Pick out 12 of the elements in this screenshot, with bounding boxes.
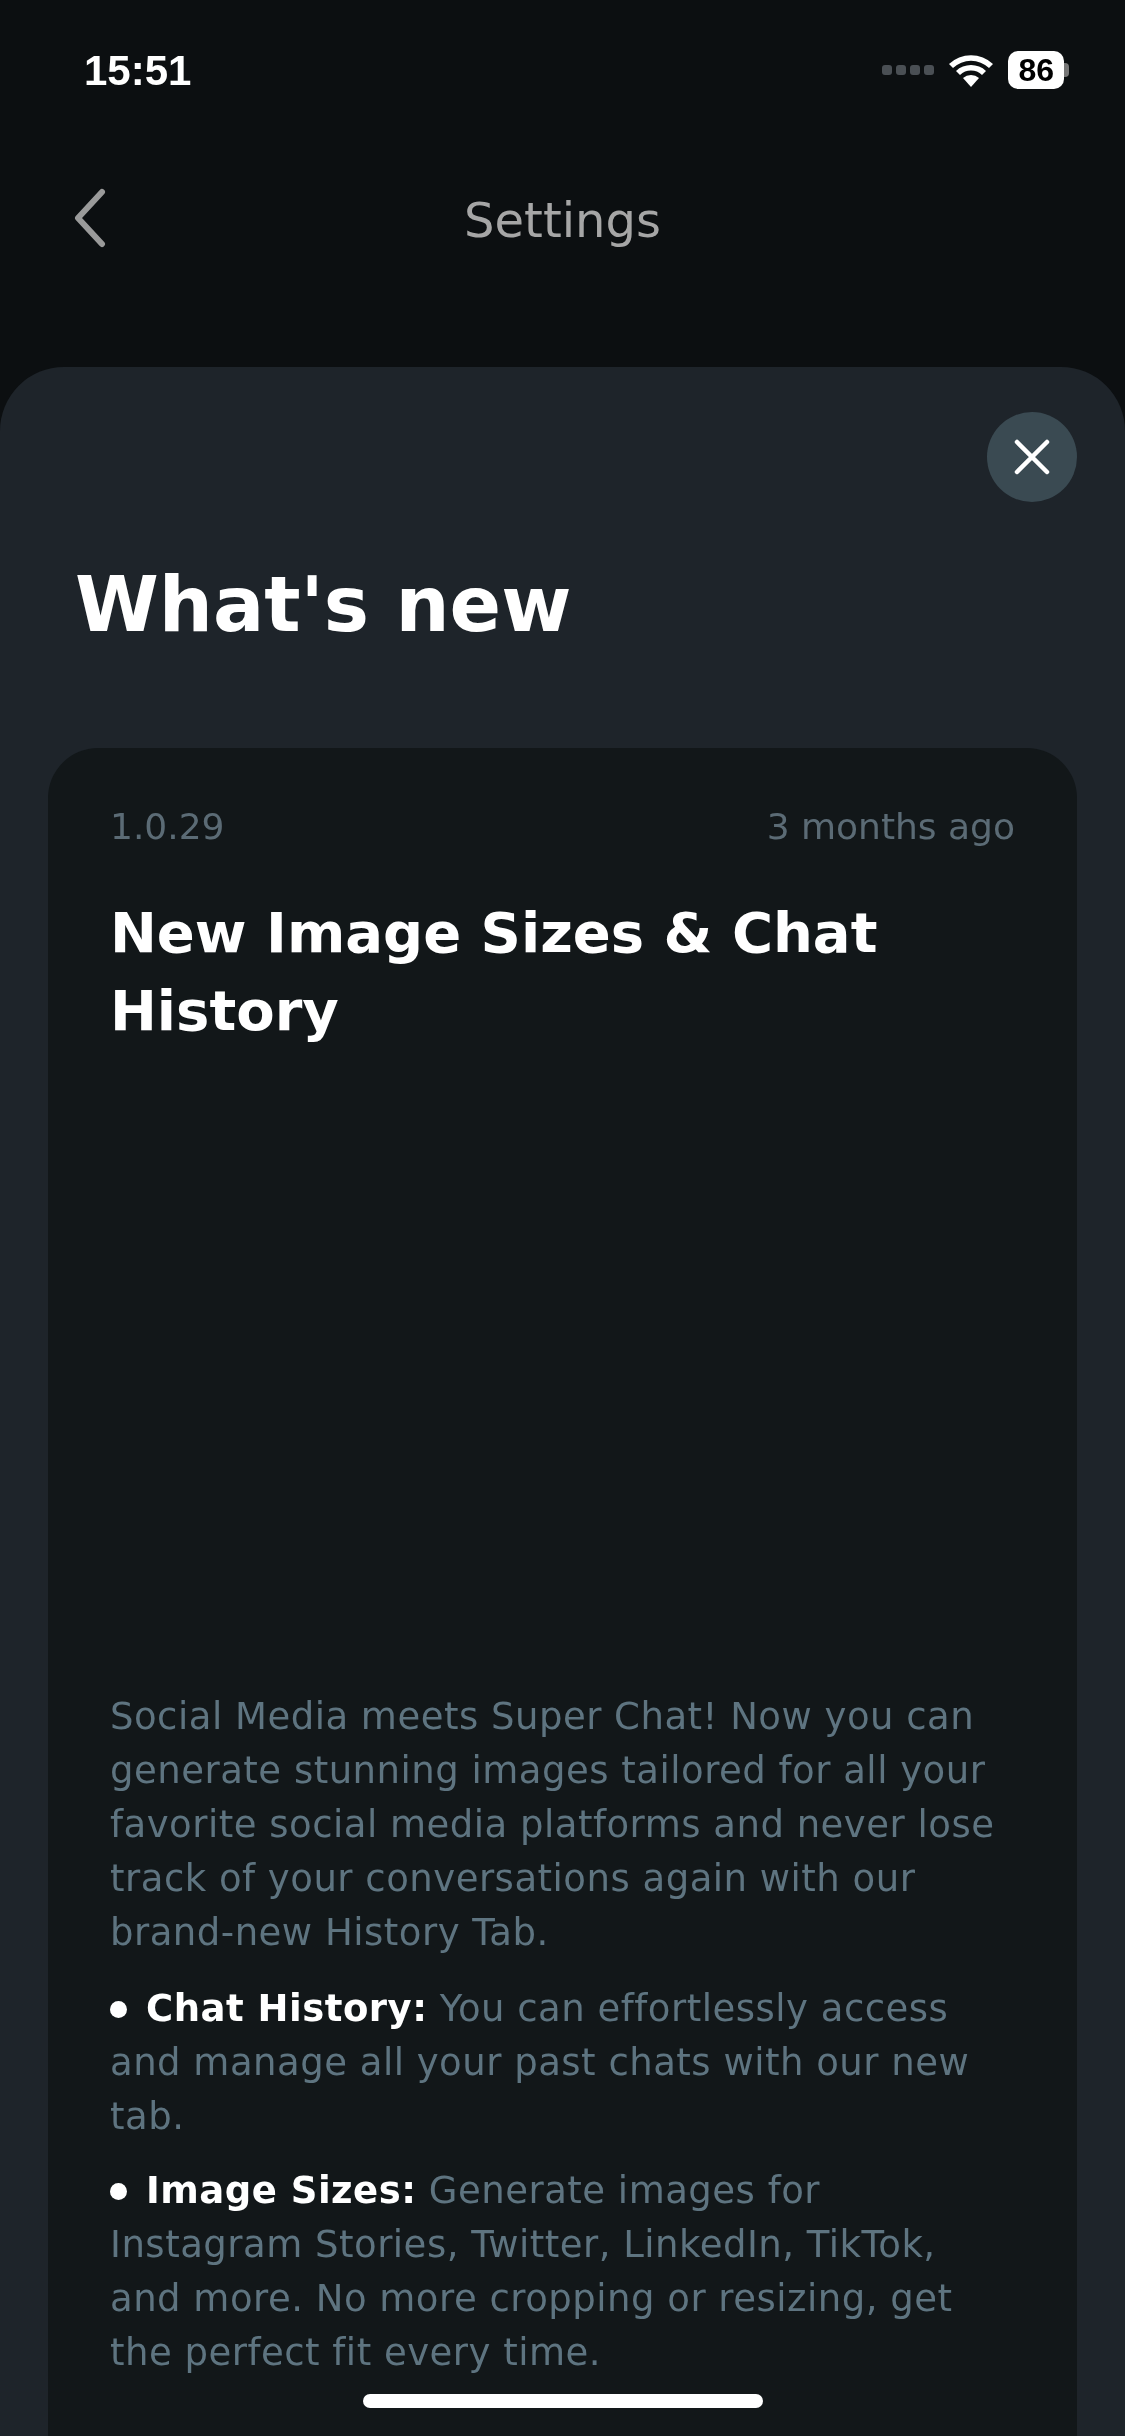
version-label: 1.0.29 xyxy=(110,805,225,849)
list-item: Chat History: You can effortlessly access and manage all your past chats with our new tab. xyxy=(110,1982,1015,2144)
release-description: Social Media meets Super Chat! Now you can generate stunning images tailored for all your favorite social media platforms and never lose track of your conversations again with our brand-new History Tab. xyxy=(110,1694,996,1956)
release-title: New Image Sizes & Chat History xyxy=(110,899,879,1045)
signal-icon xyxy=(882,64,935,76)
list-item: Image Sizes: Generate images for Instagram Stories, Twitter, LinkedIn, TikTok, and more. No more cropping or resizing, get the perfect fit every time. xyxy=(110,2164,1015,2380)
nav-title: Settings xyxy=(464,191,661,250)
sheet-title: What's new xyxy=(75,567,573,643)
release-date: 3 months ago xyxy=(766,805,1015,849)
close-icon xyxy=(1014,439,1050,475)
wifi-icon xyxy=(948,53,995,87)
status-time: 15:51 xyxy=(84,45,192,96)
